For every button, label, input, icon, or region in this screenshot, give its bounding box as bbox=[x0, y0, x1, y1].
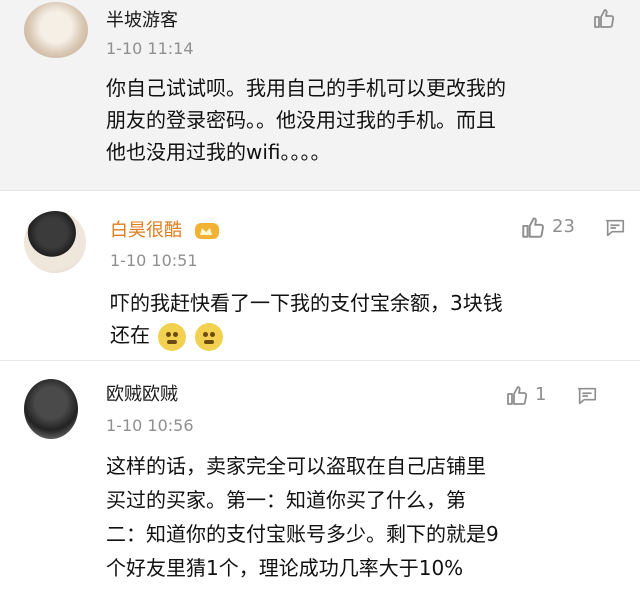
comment-time: 1-10 11:14 bbox=[106, 39, 194, 58]
comment-2: 白昊很酷 1-10 10:51 23 吓的我赶快看了一下我的支付宝余额，3块钱 … bbox=[0, 190, 640, 360]
username-row: 白昊很酷 bbox=[110, 220, 220, 242]
reply-button[interactable] bbox=[576, 385, 598, 411]
thumbs-up-icon bbox=[594, 9, 615, 28]
username[interactable]: 白昊很酷 bbox=[110, 220, 182, 241]
like-button[interactable]: 1 bbox=[505, 383, 546, 407]
comment-line: 买过的买家。第一：知道你买了什么，第 bbox=[106, 488, 466, 512]
avatar[interactable] bbox=[24, 2, 88, 58]
comment-line: 你自己试试呗。我用自己的手机可以更改我的 bbox=[106, 76, 506, 100]
comment-3: 欧贼欧贼 1-10 10:56 1 这样的话，卖家完全可以盗取在自己店铺里 买过… bbox=[0, 360, 640, 599]
comment-line: 个好友里猜1个，理论成功几率大于10% bbox=[106, 556, 464, 580]
like-button[interactable] bbox=[592, 6, 616, 30]
thinking-face-emoji bbox=[158, 322, 187, 351]
comment-line-with-emoji: 还在 bbox=[110, 319, 503, 351]
like-button[interactable]: 23 bbox=[520, 214, 575, 240]
comment-1: 半坡游客 1-10 11:14 你自己试试呗。我用自己的手机可以更改我的 朋友的… bbox=[0, 0, 640, 190]
comment-body: 你自己试试呗。我用自己的手机可以更改我的 朋友的登录密码。。他没用过我的手机。而… bbox=[106, 72, 506, 168]
like-count: 1 bbox=[535, 384, 547, 405]
comment-body: 吓的我赶快看了一下我的支付宝余额，3块钱 还在 bbox=[110, 287, 503, 351]
comment-line: 还在 bbox=[110, 323, 150, 347]
comment-icon bbox=[577, 387, 597, 405]
username[interactable]: 半坡游客 bbox=[106, 10, 178, 32]
comment-line: 这样的话，卖家完全可以盗取在自己店铺里 bbox=[106, 454, 486, 478]
username[interactable]: 欧贼欧贼 bbox=[106, 384, 178, 406]
thumbs-up-icon bbox=[522, 217, 544, 238]
comment-body: 这样的话，卖家完全可以盗取在自己店铺里 买过的买家。第一：知道你买了什么，第 二… bbox=[106, 449, 499, 585]
reply-button[interactable] bbox=[604, 217, 626, 243]
comment-line: 二：知道你的支付宝账号多少。剩下的就是9 bbox=[106, 522, 499, 546]
crown-badge-icon bbox=[194, 223, 219, 239]
like-count: 23 bbox=[552, 216, 575, 237]
avatar[interactable] bbox=[24, 211, 86, 273]
comment-line: 朋友的登录密码。。他没用过我的手机。而且 bbox=[106, 108, 496, 132]
comment-line: 他也没用过我的wifi。。。。 bbox=[106, 140, 331, 164]
thinking-face-emoji bbox=[194, 322, 223, 351]
avatar[interactable] bbox=[24, 379, 78, 439]
comment-time: 1-10 10:51 bbox=[110, 251, 198, 270]
comment-icon bbox=[605, 219, 625, 237]
thumbs-up-icon bbox=[507, 386, 528, 405]
comment-time: 1-10 10:56 bbox=[106, 416, 194, 435]
comment-line: 吓的我赶快看了一下我的支付宝余额，3块钱 bbox=[110, 291, 503, 315]
